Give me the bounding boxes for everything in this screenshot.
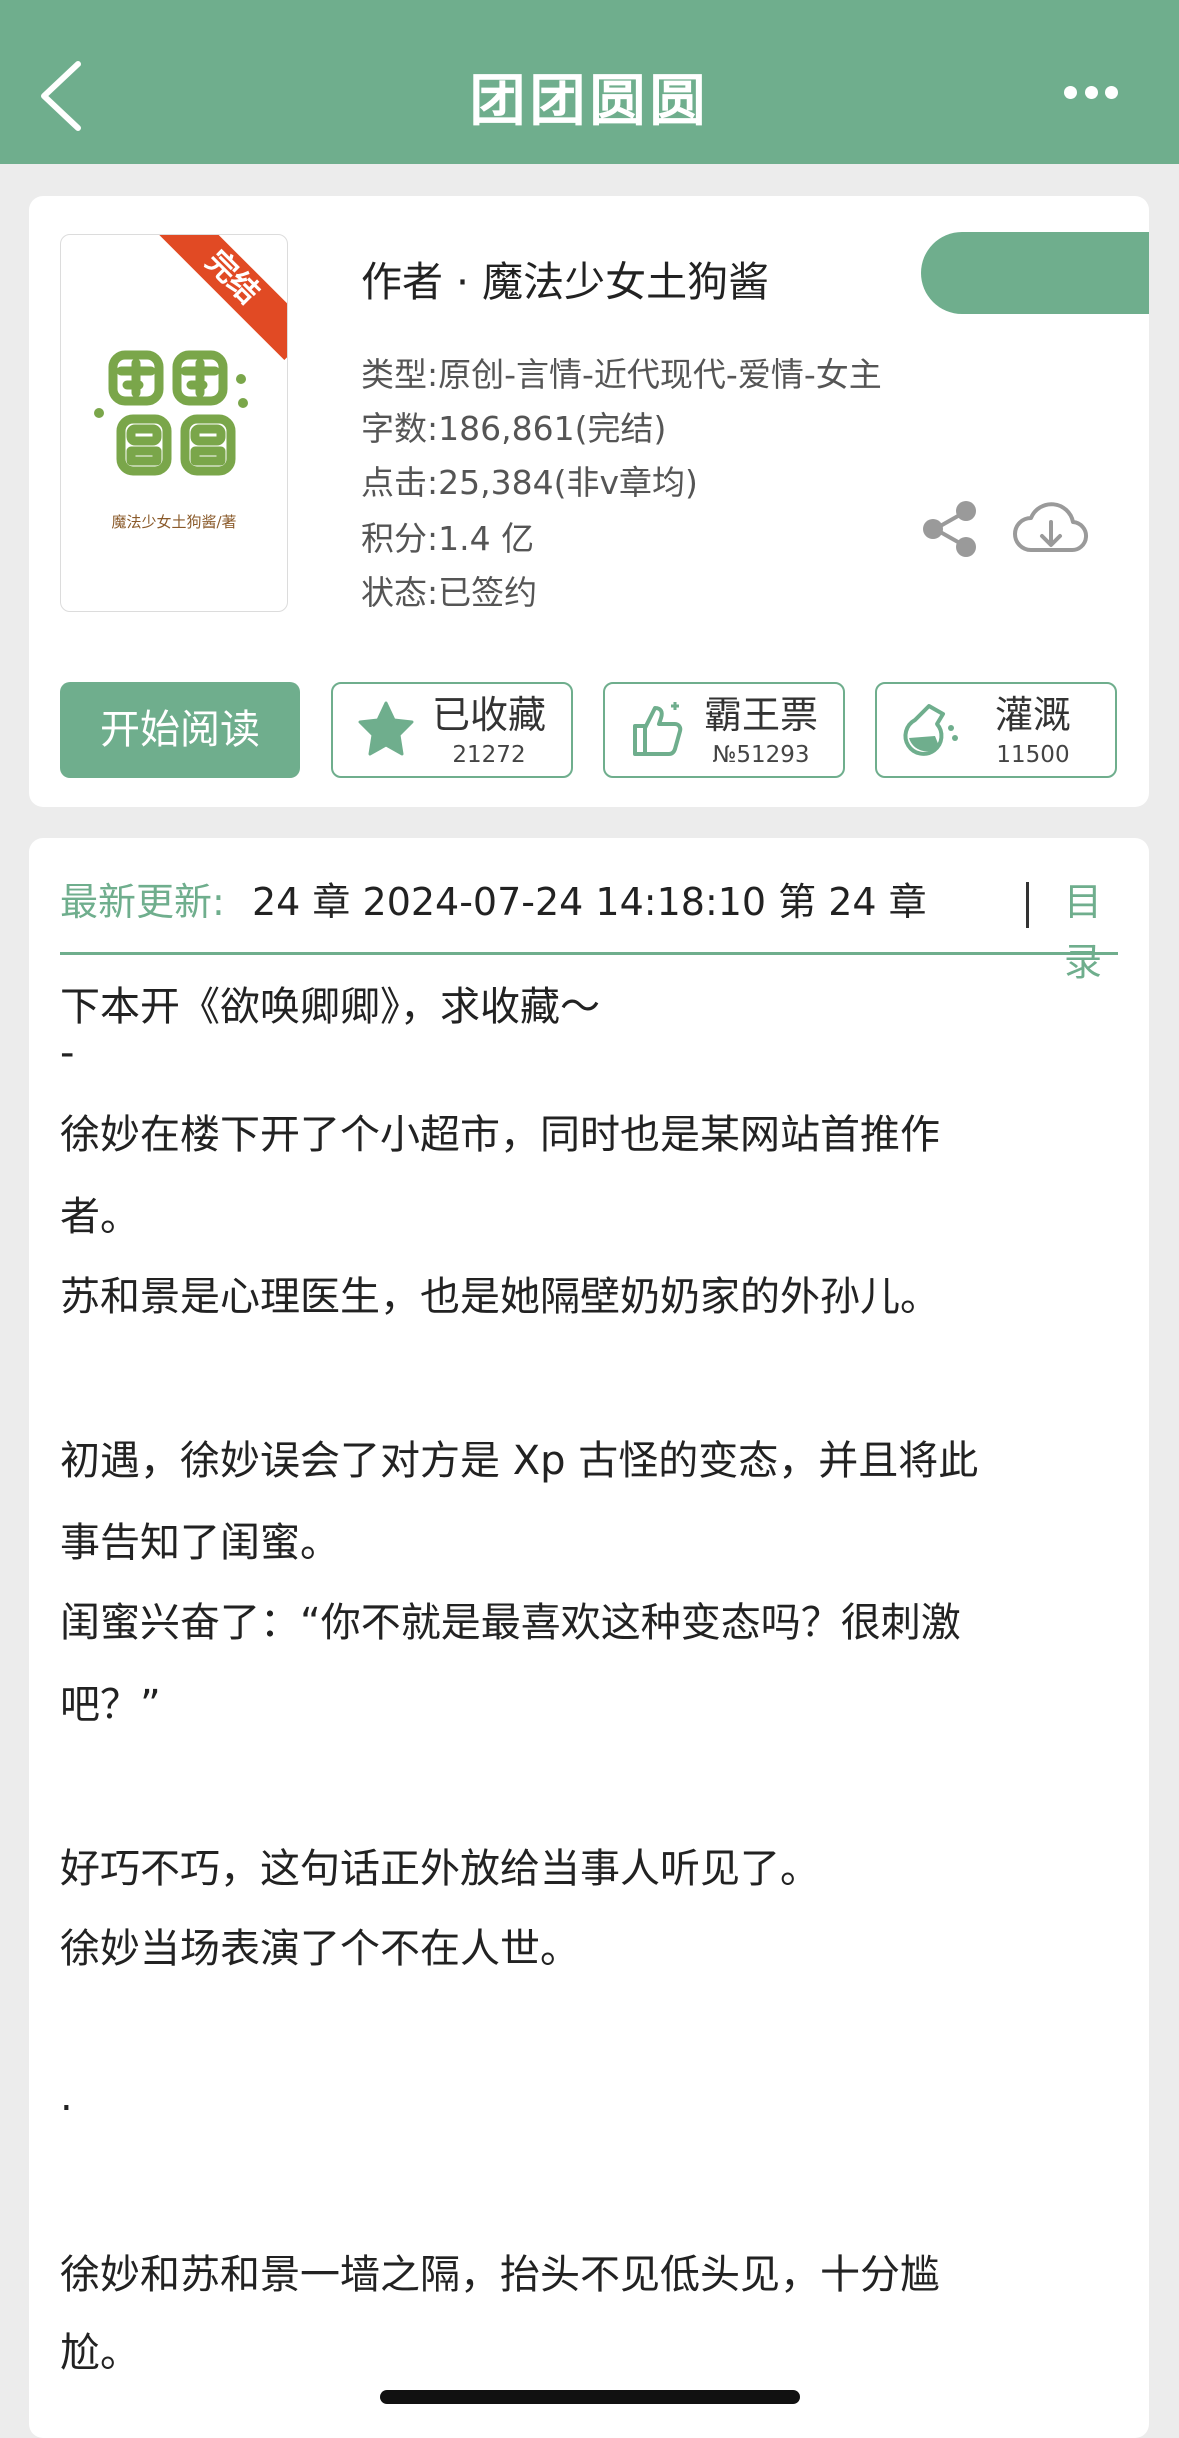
completed-ribbon: 完结 — [149, 235, 287, 361]
synopsis-line: - — [60, 1030, 75, 1076]
synopsis-line: 下本开《欲唤卿卿》，求收藏～ — [60, 984, 600, 1030]
more-dots-icon[interactable] — [1064, 86, 1118, 108]
page-title: 团团圆圆 — [469, 69, 710, 134]
water-label: 灌溉 — [994, 693, 1071, 737]
author-name[interactable]: 作者 · 魔法少女土狗酱 — [361, 248, 769, 308]
cover-author-line: 魔法少女土狗酱/著 — [111, 513, 237, 531]
meta-points: 积分:1.4 亿 — [361, 519, 535, 558]
synopsis-line: 苏和景是心理医生，也是她隔壁奶奶家的外孙儿。 — [60, 1274, 940, 1320]
water-button[interactable]: 灌溉 11500 — [875, 682, 1117, 778]
synopsis-line: 徐妙和苏和景一墙之隔，抬头不见低头见，十分尴 — [60, 2252, 940, 2298]
start-reading-button[interactable]: 开始阅读 — [60, 682, 300, 778]
vote-button[interactable]: 霸王票 №51293 — [603, 682, 845, 778]
meta-word-count: 字数:186,861(完结) — [361, 409, 667, 448]
book-info-card: 晋江 完结 魔法少女土狗酱/著 作者 · 魔法少女土狗酱 类型:原创-言情-近代… — [29, 196, 1149, 807]
share-icon[interactable] — [921, 500, 979, 558]
synopsis-line: 吧？” — [60, 1682, 161, 1728]
top-bar: 团团圆圆 — [0, 0, 1179, 164]
synopsis-line: 徐妙在楼下开了个小超市，同时也是某网站首推作 — [60, 1112, 940, 1158]
latest-update-text[interactable]: 24 章 2024-07-24 14:18:10 第 24 章 — [252, 872, 927, 932]
synopsis-line: 初遇，徐妙误会了对方是 Xp 古怪的变态，并且将此 — [60, 1438, 979, 1484]
meta-clicks: 点击:25,384(非v章均) — [361, 463, 698, 502]
synopsis-line: 好巧不巧，这句话正外放给当事人听见了。 — [60, 1846, 820, 1892]
green-pill-button[interactable] — [921, 232, 1149, 314]
synopsis-line: 徐妙当场表演了个不在人世。 — [60, 1926, 580, 1972]
home-indicator[interactable] — [380, 2390, 800, 2404]
watering-flask-icon — [903, 704, 958, 756]
star-icon — [358, 701, 414, 756]
latest-update-label: 最新更新: — [60, 880, 225, 924]
vote-label: 霸王票 — [703, 693, 818, 737]
synopsis-line: . — [60, 2074, 73, 2120]
meta-status: 状态:已签约 — [361, 573, 538, 612]
vote-count: №51293 — [712, 742, 810, 768]
cover-logo-art — [94, 350, 248, 476]
water-count: 11500 — [996, 742, 1070, 768]
favorite-count: 21272 — [452, 742, 526, 768]
meta-genre: 类型:原创-言情-近代现代-爱情-女主 — [361, 355, 882, 394]
synopsis-line: 者。 — [60, 1194, 140, 1240]
separator-line — [60, 952, 1118, 955]
favorite-button[interactable]: 已收藏 21272 — [331, 682, 573, 778]
divider — [1026, 882, 1029, 928]
latest-update-row[interactable]: 最新更新: 24 章 2024-07-24 14:18:10 第 24 章 目录 — [60, 872, 1118, 984]
book-cover[interactable]: 晋江 完结 魔法少女土狗酱/著 — [60, 234, 288, 612]
synopsis-line: 闺蜜兴奋了：“你不就是最喜欢这种变态吗？很刺激 — [60, 1600, 961, 1646]
favorite-label: 已收藏 — [431, 693, 546, 737]
synopsis-line: 尬。 — [60, 2330, 140, 2376]
synopsis-card: 最新更新: 24 章 2024-07-24 14:18:10 第 24 章 目录… — [29, 838, 1149, 2438]
thumbs-up-icon — [633, 702, 683, 756]
cloud-download-icon[interactable] — [1013, 498, 1089, 558]
table-of-contents-link[interactable]: 目录 — [1064, 872, 1118, 992]
synopsis-line: 事告知了闺蜜。 — [60, 1520, 340, 1566]
